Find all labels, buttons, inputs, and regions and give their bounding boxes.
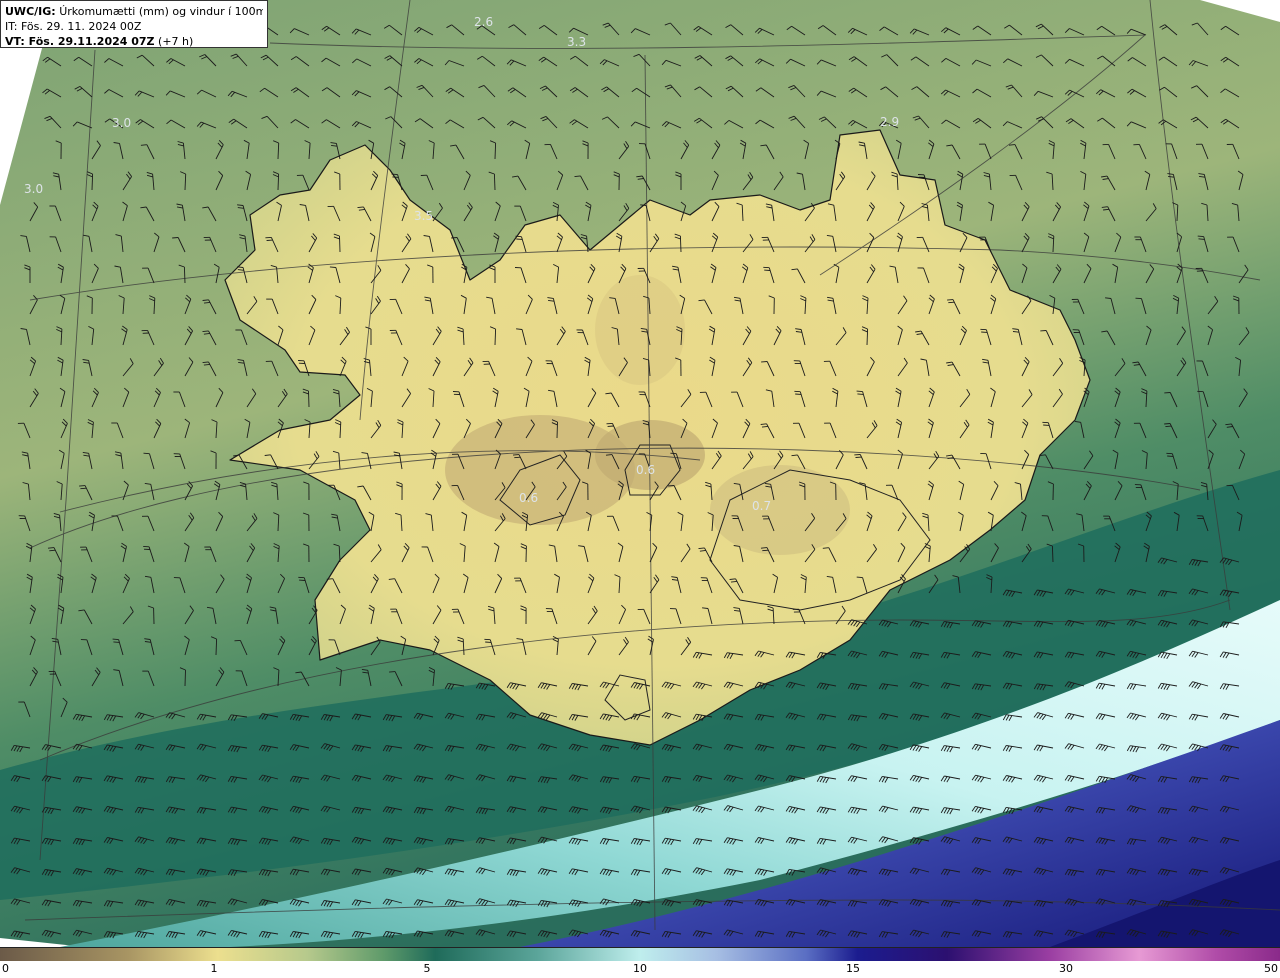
valid-line: VT: Fös. 29.11.2024 07Z (+7 h): [5, 34, 263, 49]
contour-label: 0.6: [519, 491, 538, 505]
colorbar-tick: 5: [423, 962, 431, 975]
valid-time: VT: Fös. 29.11.2024 07Z: [5, 35, 155, 48]
contour-label: 3.0: [24, 182, 43, 196]
contour-label: 0.6: [636, 463, 655, 477]
product-title: Úrkomumætti (mm) og vindur í 100m hæð: [59, 5, 263, 18]
colorbar-tick: 0: [2, 962, 9, 975]
contour-label: 3.5: [414, 209, 433, 223]
contour-label: 3.0: [112, 116, 131, 130]
colorbar: 0 1 5 10 15 30 50: [0, 947, 1280, 978]
model-prefix: UWC/IG:: [5, 5, 56, 18]
colorbar-tick: 50: [1264, 962, 1278, 975]
weather-map: 2.6 3.3 3.0 3.0 2.9 3.5 0.6 0.6 0.7: [0, 0, 1280, 947]
contour-label: 0.7: [752, 499, 771, 513]
colorbar-tick: 30: [1059, 962, 1073, 975]
init-time: IT: Fös. 29. 11. 2024 00Z: [5, 20, 142, 33]
highland-east: [710, 465, 850, 555]
colorbar-tick: 15: [846, 962, 860, 975]
colorbar-tick: 1: [210, 962, 218, 975]
colorbar-strip: [0, 947, 1280, 961]
title-line: UWC/IG: Úrkomumætti (mm) og vindur í 100…: [5, 4, 263, 19]
colorbar-tick: 10: [633, 962, 647, 975]
contour-label: 2.9: [880, 115, 899, 129]
contour-label: 3.3: [567, 35, 586, 49]
lead-time: (+7 h): [158, 35, 194, 48]
map-title-box: UWC/IG: Úrkomumætti (mm) og vindur í 100…: [0, 0, 268, 48]
contour-label: 2.6: [474, 15, 493, 29]
